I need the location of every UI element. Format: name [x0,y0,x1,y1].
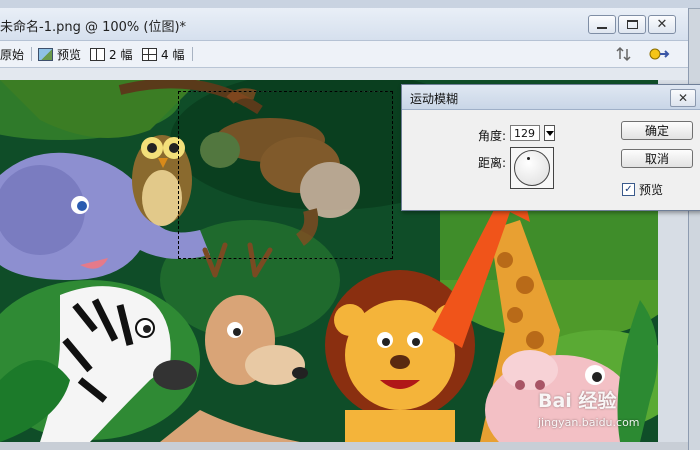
chevron-down-icon [545,130,554,136]
angle-dropdown-button[interactable] [544,125,555,141]
angle-label: 角度: [478,129,507,143]
red-arrow-annotation [432,170,530,348]
watermark-logo: Bai 经验 [538,390,617,412]
ok-button[interactable]: 确定 [621,121,693,140]
preview-checkbox[interactable]: ✓ [622,183,635,196]
angle-input[interactable]: 129 [510,125,540,141]
dial-indicator [527,157,530,160]
baidu-watermark: Bai 经验 jingyan.baidu.com [538,386,668,436]
dial-knob [514,150,550,186]
cancel-button[interactable]: 取消 [621,149,693,168]
distance-dial[interactable] [510,147,554,189]
preview-checkbox-label: 预览 [639,183,664,197]
dialog-title: 运动模糊 [410,92,459,106]
dialog-title-bar: 运动模糊 ✕ [402,85,700,110]
cancel-button-label: 取消 [644,152,669,166]
watermark-url: jingyan.baidu.com [538,416,640,429]
ok-button-label: 确定 [644,124,669,138]
distance-label: 距离: [478,156,507,170]
preview-checkbox-row[interactable]: ✓ 预览 [622,181,663,198]
dialog-close-button[interactable]: ✕ [670,89,696,107]
close-icon: ✕ [677,91,689,105]
motion-blur-dialog: 运动模糊 ✕ 角度: 129 距离: 确定 取消 ✓ 预览 [401,84,700,211]
